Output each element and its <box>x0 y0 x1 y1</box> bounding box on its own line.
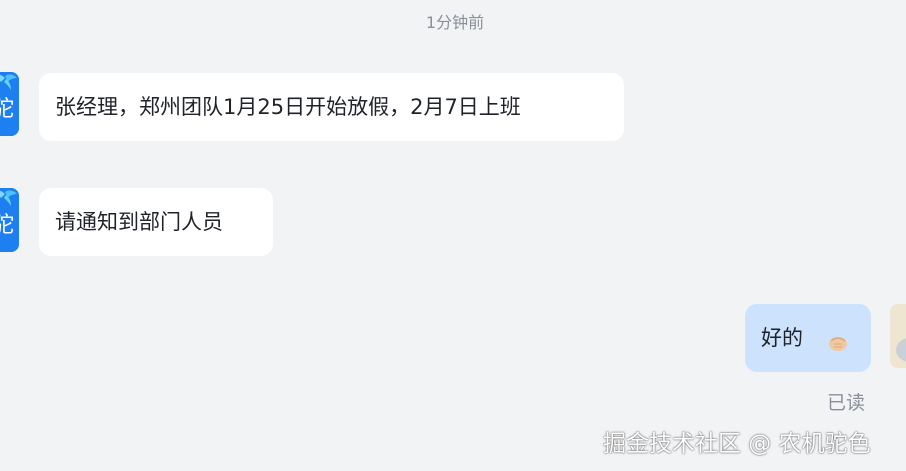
message-bubble[interactable]: 张经理，郑州团队1月25日开始放假，2月7日上班 <box>39 73 624 141</box>
message-text: 好的 <box>761 326 803 350</box>
message-text: 请通知到部门人员 <box>55 210 223 234</box>
sender-avatar[interactable]: 驼 <box>0 188 19 252</box>
watermark: 掘金技术社区 @ 农机驼色 <box>603 431 871 457</box>
svg-text:驼: 驼 <box>0 97 14 122</box>
my-avatar[interactable] <box>890 304 906 368</box>
my-message-bubble[interactable]: 好的 <box>745 304 871 372</box>
message-text: 张经理，郑州团队1月25日开始放假，2月7日上班 <box>55 95 521 119</box>
timestamp: 1分钟前 <box>425 13 485 32</box>
sender-avatar[interactable]: 驼 <box>0 72 19 136</box>
palm-tree-icon: 驼 <box>0 188 19 252</box>
fist-bump-icon <box>827 331 849 361</box>
palm-tree-icon: 驼 <box>0 72 19 136</box>
svg-text:驼: 驼 <box>0 213 14 238</box>
read-status: 已读 <box>827 392 866 414</box>
message-bubble[interactable]: 请通知到部门人员 <box>39 188 273 256</box>
